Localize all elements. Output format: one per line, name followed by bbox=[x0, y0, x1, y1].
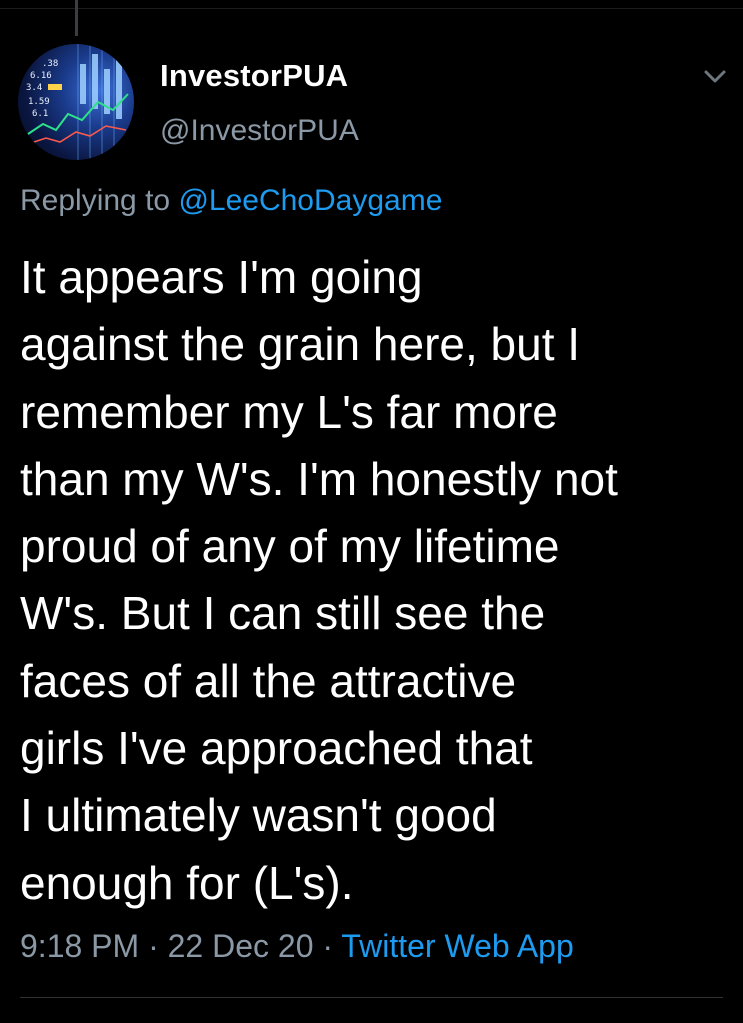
avatar[interactable]: .38 6.16 3.4 1.59 6.1 bbox=[18, 44, 134, 160]
tweet-source-link[interactable]: Twitter Web App bbox=[341, 928, 573, 964]
meta-separator: · bbox=[139, 928, 168, 964]
svg-text:6.1: 6.1 bbox=[32, 109, 48, 119]
tweet-text-line: proud of any of my lifetime bbox=[20, 520, 560, 573]
svg-text:3.4: 3.4 bbox=[26, 83, 42, 93]
svg-text:.38: .38 bbox=[42, 59, 58, 69]
tweet-text-line: enough for (L's). bbox=[20, 856, 354, 909]
top-divider bbox=[0, 8, 743, 9]
thread-connector-line bbox=[75, 0, 78, 36]
chevron-down-icon bbox=[704, 70, 726, 83]
tweet-text-line: girls I've approached that bbox=[20, 722, 533, 775]
tweet-date[interactable]: 22 Dec 20 bbox=[168, 928, 314, 964]
tweet-metadata: 9:18 PM · 22 Dec 20 · Twitter Web App bbox=[20, 928, 574, 965]
tweet-text-line: against the grain here, but I bbox=[20, 318, 581, 371]
author-display-name[interactable]: InvestorPUA bbox=[160, 58, 348, 94]
reply-context: Replying to @LeeChoDaygame bbox=[20, 184, 442, 218]
tweet-options-button[interactable] bbox=[698, 62, 732, 90]
reply-prefix-text: Replying to bbox=[20, 184, 179, 217]
tweet-text-line: remember my L's far more bbox=[20, 385, 558, 438]
tweet-text-line: It appears I'm going bbox=[20, 251, 423, 303]
tweet-time[interactable]: 9:18 PM bbox=[20, 928, 139, 964]
tweet-text-line: than my W's. I'm honestly not bbox=[20, 452, 618, 505]
tweet-text: It appears I'm going against the grain h… bbox=[20, 244, 720, 917]
bottom-divider bbox=[20, 997, 723, 998]
tweet-text-line: W's. But I can still see the bbox=[20, 587, 546, 640]
svg-text:6.16: 6.16 bbox=[30, 71, 52, 81]
author-handle[interactable]: @InvestorPUA bbox=[160, 114, 359, 148]
svg-text:1.59: 1.59 bbox=[28, 97, 50, 107]
meta-separator: · bbox=[313, 928, 342, 964]
stock-ticker-avatar-icon: .38 6.16 3.4 1.59 6.1 bbox=[26, 44, 129, 160]
tweet-text-line: I ultimately wasn't good bbox=[20, 789, 497, 842]
reply-mention-link[interactable]: @LeeChoDaygame bbox=[178, 184, 442, 217]
tweet-text-line: faces of all the attractive bbox=[20, 654, 517, 707]
